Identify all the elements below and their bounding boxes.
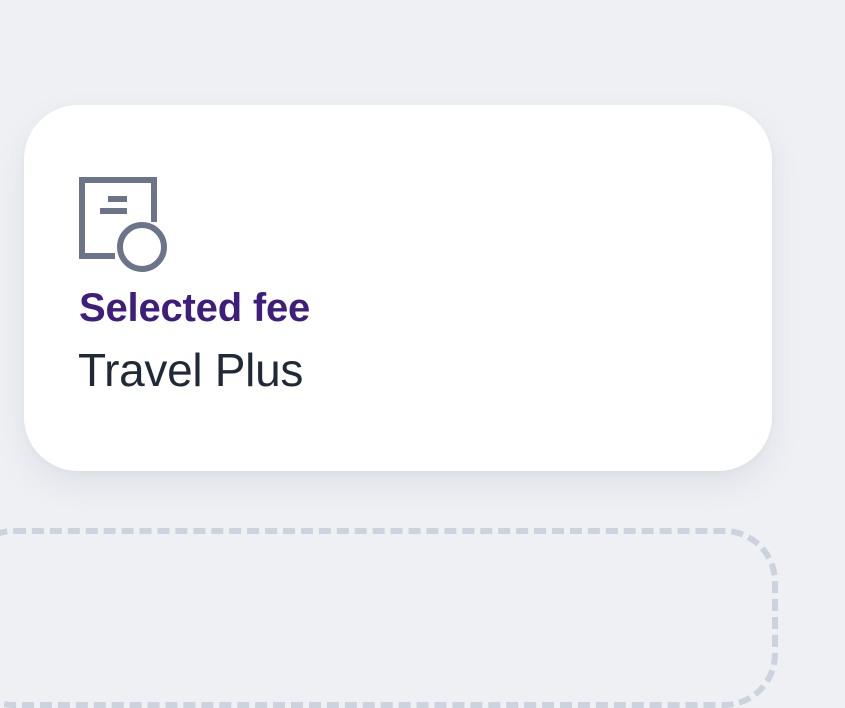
fee-document-icon [79, 177, 171, 273]
selected-fee-card: Selected fee Travel Plus [24, 105, 772, 471]
selected-fee-label: Selected fee [79, 286, 311, 330]
dashed-section-outline [0, 528, 778, 708]
selected-fee-value: Travel Plus [78, 344, 304, 396]
